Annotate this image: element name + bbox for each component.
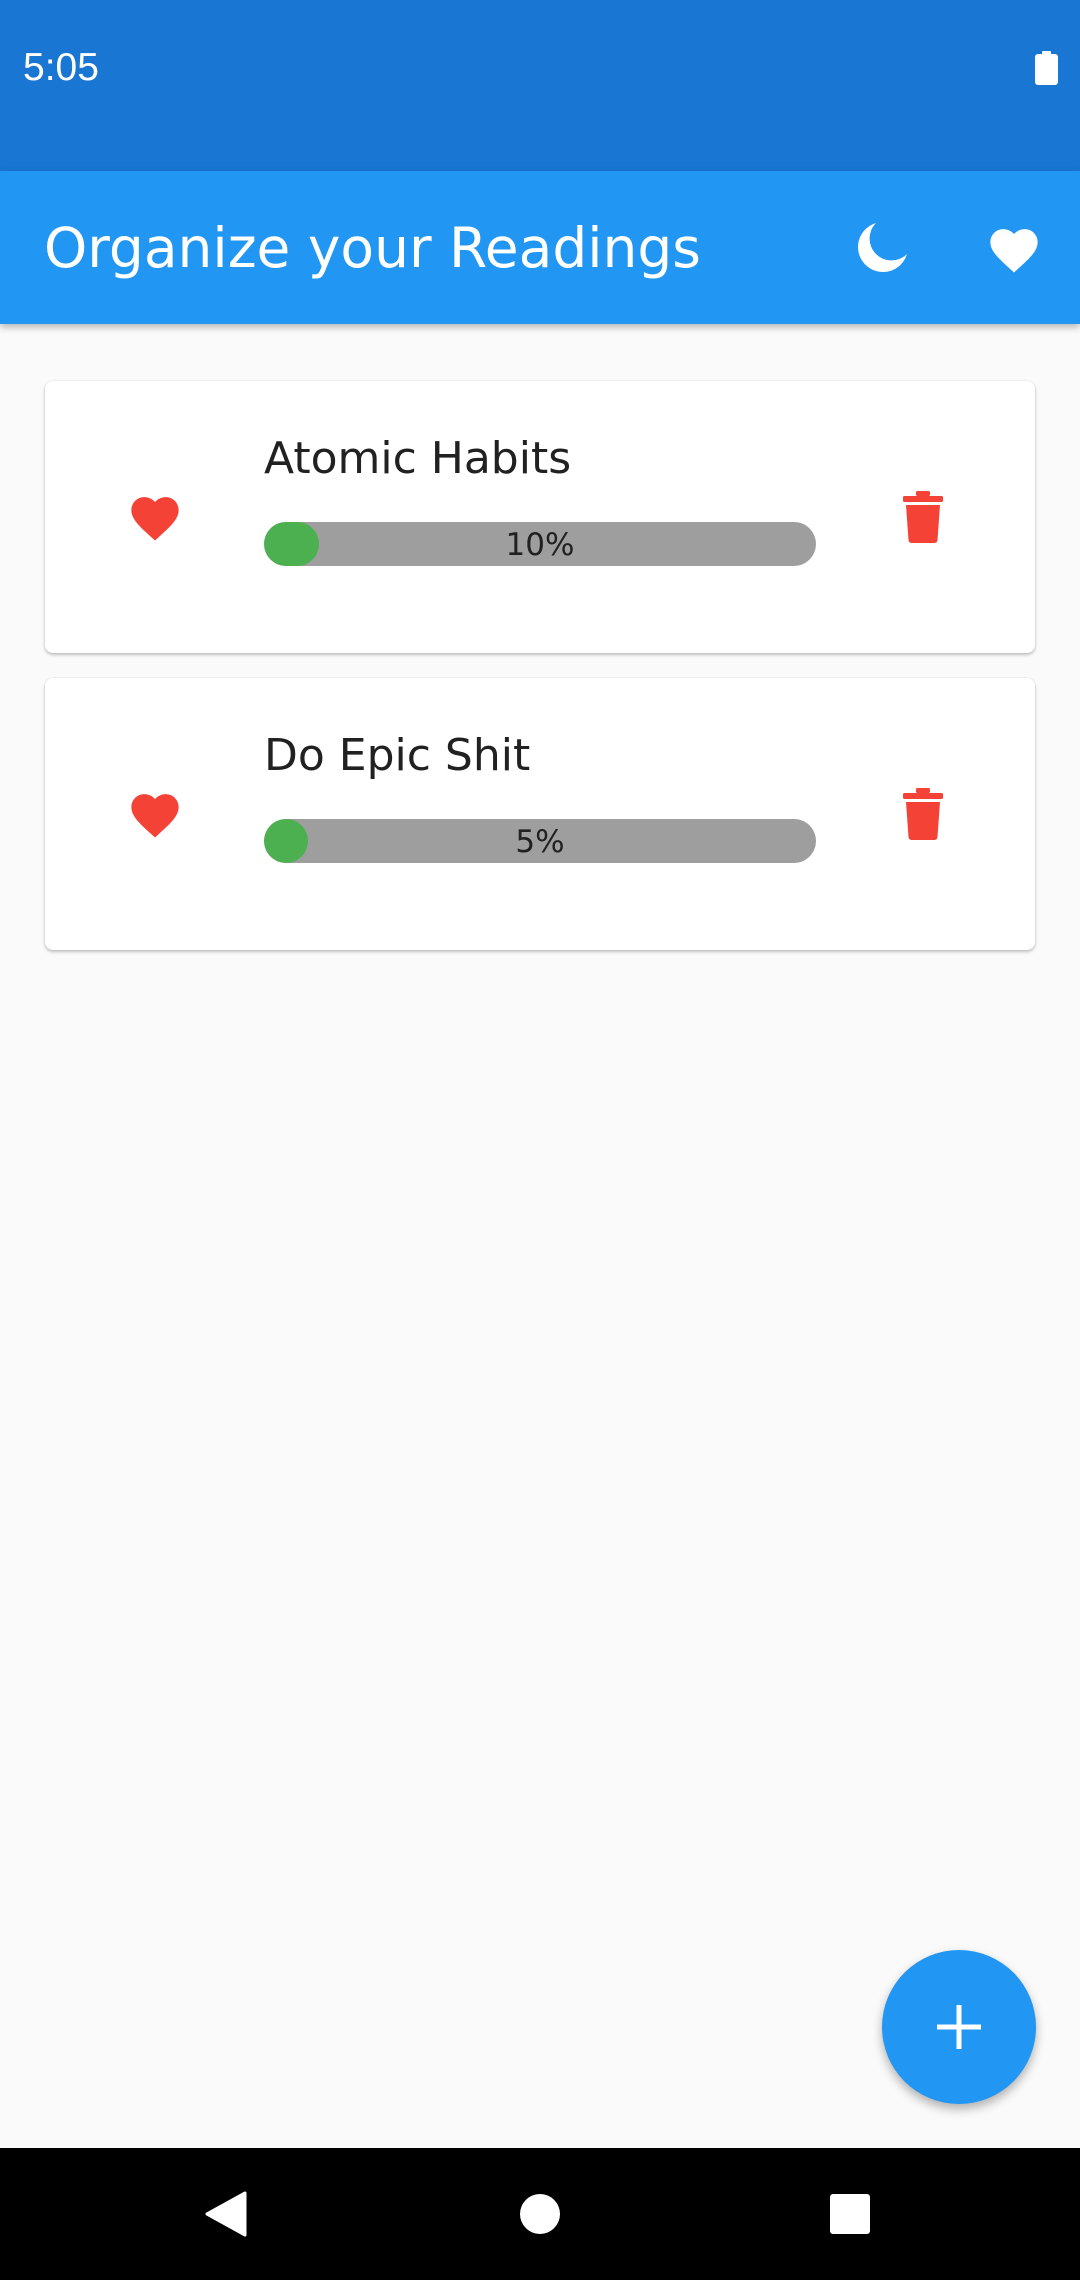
book-card: Do Epic Shit 5% [45,678,1035,950]
dark-mode-button[interactable] [847,213,917,283]
delete-button[interactable] [891,479,955,555]
favorite-toggle[interactable] [115,481,195,551]
status-bar: 5:05 [0,0,1080,171]
back-triangle-icon [205,2191,247,2237]
plus-icon [937,2005,981,2049]
status-time: 5:05 [23,46,99,89]
trash-icon [903,491,943,543]
system-nav-bar [0,2148,1080,2280]
reading-progress-bar: 10% [264,522,816,566]
heart-icon [131,497,179,541]
app-title: Organize your Readings [44,216,701,280]
progress-label: 5% [515,824,565,860]
home-circle-icon [520,2194,560,2234]
moon-icon [858,223,907,272]
reading-progress-bar: 5% [264,819,816,863]
nav-home-button[interactable] [504,2178,576,2250]
progress-label: 10% [505,527,575,563]
favorite-toggle[interactable] [115,778,195,848]
book-card: Atomic Habits 10% [45,381,1035,653]
trash-icon [903,788,943,840]
nav-recents-button[interactable] [814,2178,886,2250]
app-bar: Organize your Readings [0,171,1080,324]
book-title: Atomic Habits [264,433,572,484]
nav-back-button[interactable] [190,2178,262,2250]
heart-icon [990,229,1038,273]
add-book-button[interactable] [882,1950,1036,2104]
favorites-button[interactable] [979,213,1049,283]
book-title: Do Epic Shit [264,730,531,781]
delete-button[interactable] [891,776,955,852]
heart-icon [131,794,179,838]
recents-square-icon [830,2194,870,2234]
battery-full-icon [1035,51,1058,85]
